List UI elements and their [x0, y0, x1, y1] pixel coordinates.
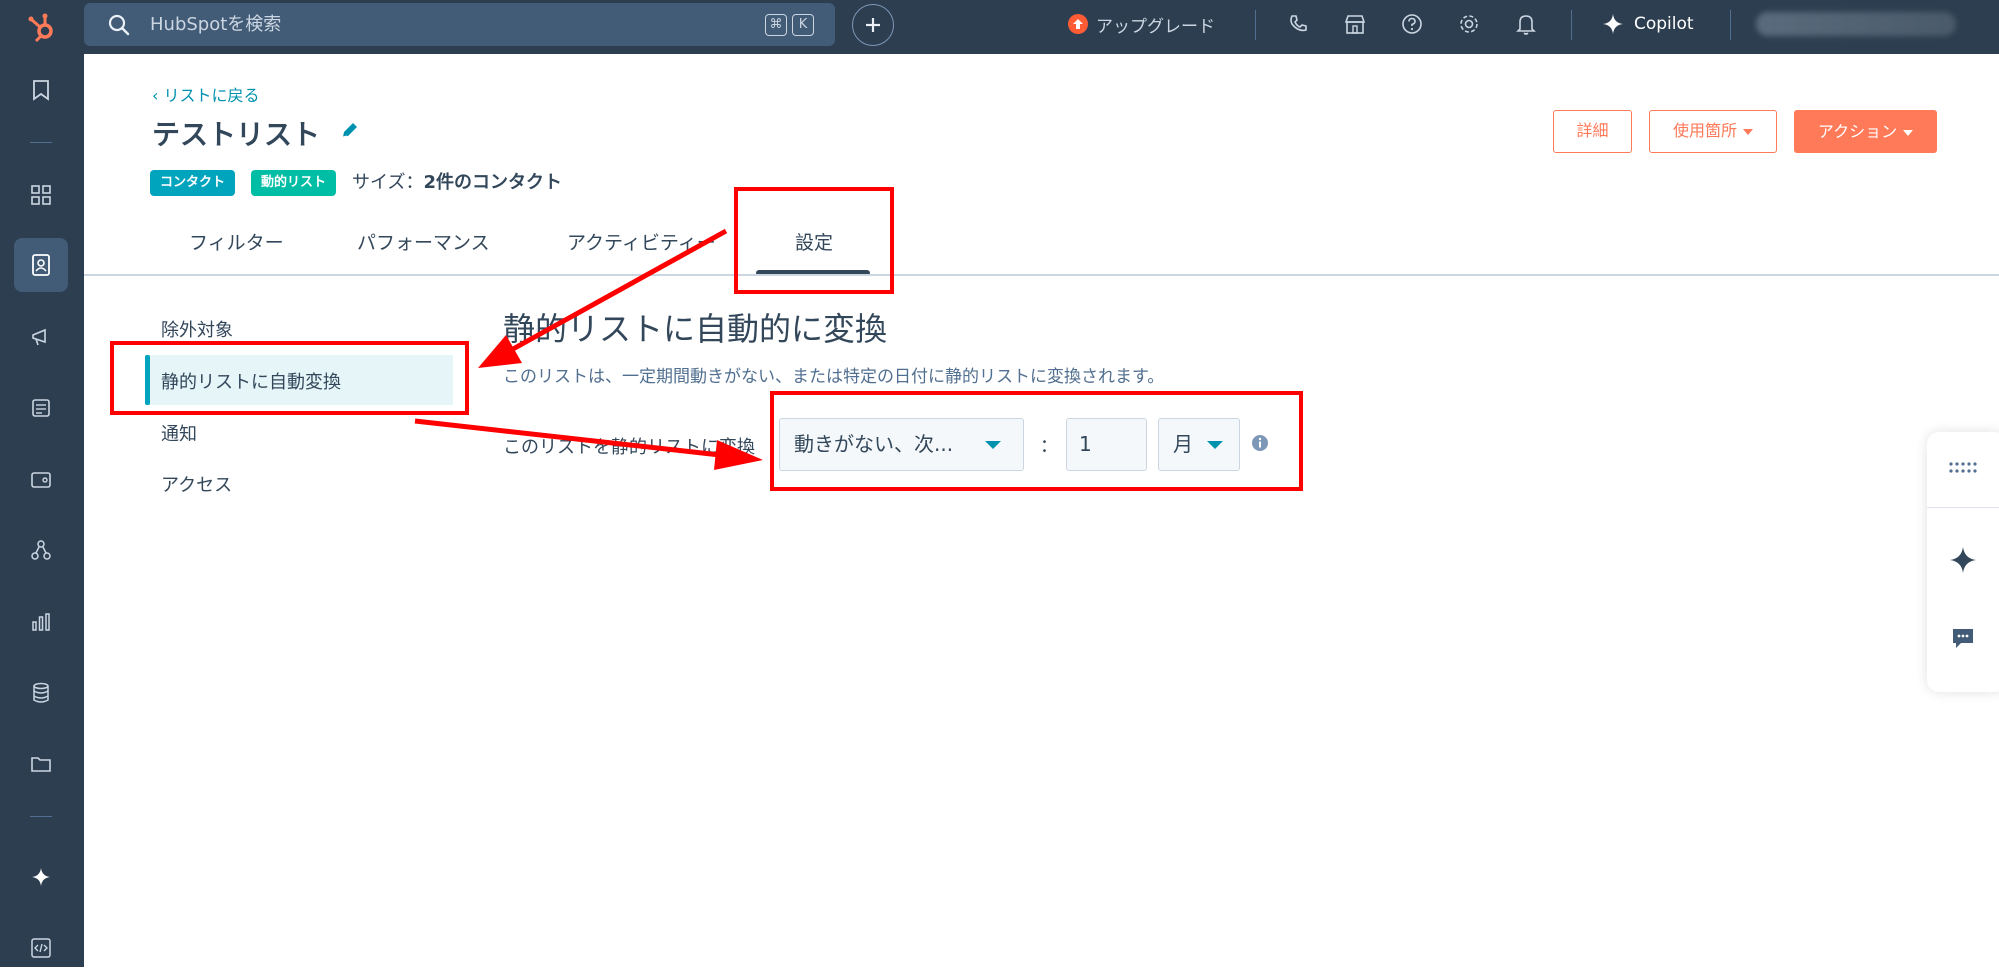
chat-icon[interactable] [1947, 622, 1979, 654]
library-icon[interactable] [14, 737, 68, 791]
back-to-lists-link[interactable]: ‹ リストに戻る [152, 82, 260, 106]
search-input[interactable]: HubSpotを検索 [150, 3, 281, 46]
commerce-icon[interactable] [14, 452, 68, 506]
upgrade-button[interactable]: アップグレード [1068, 0, 1215, 48]
notifications-icon[interactable] [1514, 12, 1538, 36]
upgrade-arrow-icon [1068, 14, 1088, 34]
phone-icon[interactable] [1286, 12, 1310, 36]
contacts-icon[interactable] [14, 238, 68, 292]
k-key: K [792, 14, 814, 36]
settings-icon[interactable] [1457, 12, 1481, 36]
section-description: このリストは、一定期間動きがない、または特定の日付に静的リストに変換されます。 [503, 367, 1165, 387]
data-icon[interactable] [14, 666, 68, 720]
section-title: 静的リストに自動的に変換 [503, 310, 888, 348]
content-icon[interactable] [14, 381, 68, 435]
left-sidebar [0, 54, 84, 967]
copilot-sparkle-icon[interactable] [1947, 544, 1979, 576]
usage-button[interactable]: 使用箇所 [1649, 110, 1777, 153]
page-title: テストリスト [152, 118, 321, 151]
subnav-item-exclusions[interactable]: 除外対象 [161, 316, 233, 342]
apps-grid-icon[interactable] [1947, 452, 1979, 484]
reporting-icon[interactable] [14, 595, 68, 649]
automation-icon[interactable] [14, 523, 68, 577]
bookmark-icon[interactable] [14, 63, 68, 117]
search-icon [108, 14, 130, 40]
back-link-label: リストに戻る [163, 86, 260, 105]
divider [1927, 507, 1999, 508]
copilot-button[interactable]: Copilot [1602, 0, 1694, 48]
list-type-badge: 動的リスト [251, 170, 337, 196]
upgrade-label: アップグレード [1096, 16, 1215, 37]
ai-icon[interactable] [14, 850, 68, 904]
marketing-icon[interactable] [14, 310, 68, 364]
convert-row-label: このリストを静的リストに変換 [503, 437, 755, 458]
annotation-box-conversion-settings [770, 391, 1303, 491]
right-help-panel [1927, 432, 1999, 692]
plus-icon [866, 18, 880, 32]
tabs-divider [84, 274, 1999, 276]
details-button[interactable]: 詳細 [1553, 110, 1632, 153]
tab-activity[interactable]: アクティビティー [567, 228, 716, 255]
hubspot-logo-icon[interactable] [22, 8, 62, 48]
divider [1255, 10, 1256, 40]
divider [30, 816, 52, 817]
annotation-box-settings-tab [734, 187, 894, 294]
object-type-badge: コンタクト [150, 170, 236, 196]
divider [1730, 10, 1731, 40]
actions-label: アクション [1817, 122, 1898, 141]
subnav-item-notifications[interactable]: 通知 [161, 420, 197, 446]
usage-label: 使用箇所 [1672, 121, 1737, 140]
divider [1571, 10, 1572, 40]
search-bar[interactable]: HubSpotを検索 ⌘ K [84, 3, 835, 46]
command-key: ⌘ [765, 14, 787, 36]
caret-down-icon [1743, 128, 1753, 135]
list-size: サイズ：2件のコンタクト [352, 168, 562, 194]
size-value: 2件のコンタクト [423, 172, 562, 193]
copilot-label: Copilot [1634, 14, 1694, 34]
dashboard-icon[interactable] [14, 168, 68, 222]
help-icon[interactable] [1400, 12, 1424, 36]
divider [30, 142, 52, 143]
account-menu[interactable] [1756, 12, 1956, 36]
subnav-item-access[interactable]: アクセス [161, 471, 232, 497]
marketplace-icon[interactable] [1343, 12, 1367, 36]
annotation-box-auto-convert [110, 341, 469, 415]
actions-button[interactable]: アクション [1794, 110, 1937, 153]
size-prefix: サイズ： [352, 172, 424, 193]
pencil-icon[interactable] [340, 120, 360, 144]
sparkle-icon [1603, 14, 1623, 34]
top-navigation-bar: HubSpotを検索 ⌘ K アップグレード Copilot [0, 0, 1999, 54]
tab-filters[interactable]: フィルター [189, 228, 284, 255]
tab-performance[interactable]: パフォーマンス [357, 228, 490, 255]
create-button[interactable] [852, 4, 894, 46]
caret-down-icon [1903, 129, 1914, 136]
